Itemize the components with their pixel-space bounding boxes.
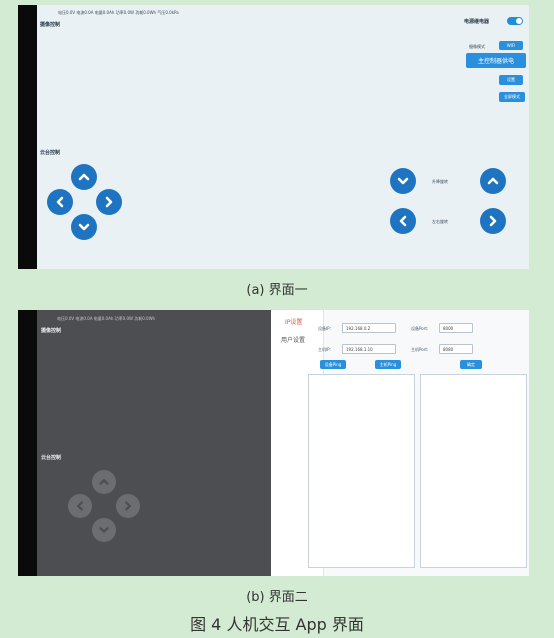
status-line: 电压0.0V 电流0.0A 电量0.0Ah 功率0.0W 功耗0.0Wh: [57, 316, 156, 321]
right-arrow-button[interactable]: [96, 189, 122, 215]
fullscreen-button[interactable]: 全屏模式: [499, 92, 525, 102]
mode-select[interactable]: WIFI: [499, 41, 523, 50]
pan-left-button[interactable]: [390, 208, 416, 234]
power-label: 电源继电器: [464, 19, 490, 25]
dimmed-control-area: 电压0.0V 电流0.0A 电量0.0Ah 功率0.0W 功耗0.0Wh 摄像控…: [37, 310, 271, 576]
right-arrow-button: [116, 494, 140, 518]
host-ping-button[interactable]: 主机Ping: [375, 360, 401, 369]
confirm-button[interactable]: 确定: [460, 360, 482, 369]
power-toggle[interactable]: [507, 17, 523, 25]
device-port-label: 设备Port:: [411, 326, 429, 331]
pan-right-button[interactable]: [480, 208, 506, 234]
chevron-down-icon: [397, 177, 409, 185]
up-arrow-button[interactable]: [71, 164, 97, 190]
chevron-down-icon: [78, 223, 90, 231]
host-ip-field[interactable]: 192.168.1.10: [342, 344, 396, 354]
main-controller-power-button[interactable]: 主控制器供电: [466, 53, 526, 68]
host-log-panel: [420, 374, 527, 568]
tilt-up-button[interactable]: [480, 168, 506, 194]
chevron-left-icon: [56, 196, 64, 208]
host-ip-label: 主机IP:: [318, 347, 331, 352]
gimbal-section-title: 云台控制: [41, 455, 62, 461]
device-log-panel: [308, 374, 415, 568]
down-arrow-button: [92, 518, 116, 542]
left-arrow-button[interactable]: [47, 189, 73, 215]
caption-b: (b) 界面二: [246, 590, 308, 605]
device-ping-button[interactable]: 设备Ping: [320, 360, 346, 369]
chevron-up-icon: [487, 177, 499, 185]
menu-item-user-settings[interactable]: 用户设置: [281, 335, 305, 344]
chevron-left-icon: [399, 215, 407, 227]
device-port-field[interactable]: 8000: [439, 323, 473, 333]
chevron-right-icon: [105, 196, 113, 208]
device-ip-label: 设备IP:: [318, 326, 331, 331]
left-black-bar: [18, 310, 37, 576]
chevron-up-icon: [78, 173, 90, 181]
left-arrow-button: [68, 494, 92, 518]
host-port-field[interactable]: 8080: [439, 344, 473, 354]
chevron-right-icon: [125, 501, 132, 511]
menu-item-ip-settings[interactable]: IP设置: [285, 317, 302, 326]
pan-label: 左右旋转: [432, 219, 448, 224]
chevron-down-icon: [99, 527, 109, 534]
chevron-left-icon: [76, 501, 83, 511]
tilt-down-button[interactable]: [390, 168, 416, 194]
camera-section-title: 摄像控制: [41, 328, 62, 334]
chevron-right-icon: [489, 215, 497, 227]
chevron-up-icon: [99, 478, 109, 485]
screen-b: 电压0.0V 电流0.0A 电量0.0Ah 功率0.0W 功耗0.0Wh 摄像控…: [18, 310, 529, 576]
host-port-label: 主机Port:: [411, 347, 429, 352]
status-line: 电压0.0V 电流0.0A 电量0.0Ah 功率0.0W 功耗0.0Wh 气压0…: [58, 10, 179, 15]
gimbal-section-title: 云台控制: [40, 150, 61, 156]
camera-section-title: 摄像控制: [40, 22, 61, 28]
left-black-bar: [18, 5, 37, 269]
figure-caption: 图 4 人机交互 App 界面: [190, 615, 364, 634]
down-arrow-button[interactable]: [71, 214, 97, 240]
tilt-label: 升降旋转: [432, 179, 448, 184]
up-arrow-button: [92, 470, 116, 494]
caption-a: (a) 界面一: [246, 283, 308, 298]
mode-label: 摄像模式: [469, 44, 485, 49]
device-ip-field[interactable]: 192.168.0.2: [342, 323, 396, 333]
settings-button[interactable]: 设置: [499, 75, 523, 85]
screen-a: 电压0.0V 电流0.0A 电量0.0Ah 功率0.0W 功耗0.0Wh 气压0…: [18, 5, 529, 269]
